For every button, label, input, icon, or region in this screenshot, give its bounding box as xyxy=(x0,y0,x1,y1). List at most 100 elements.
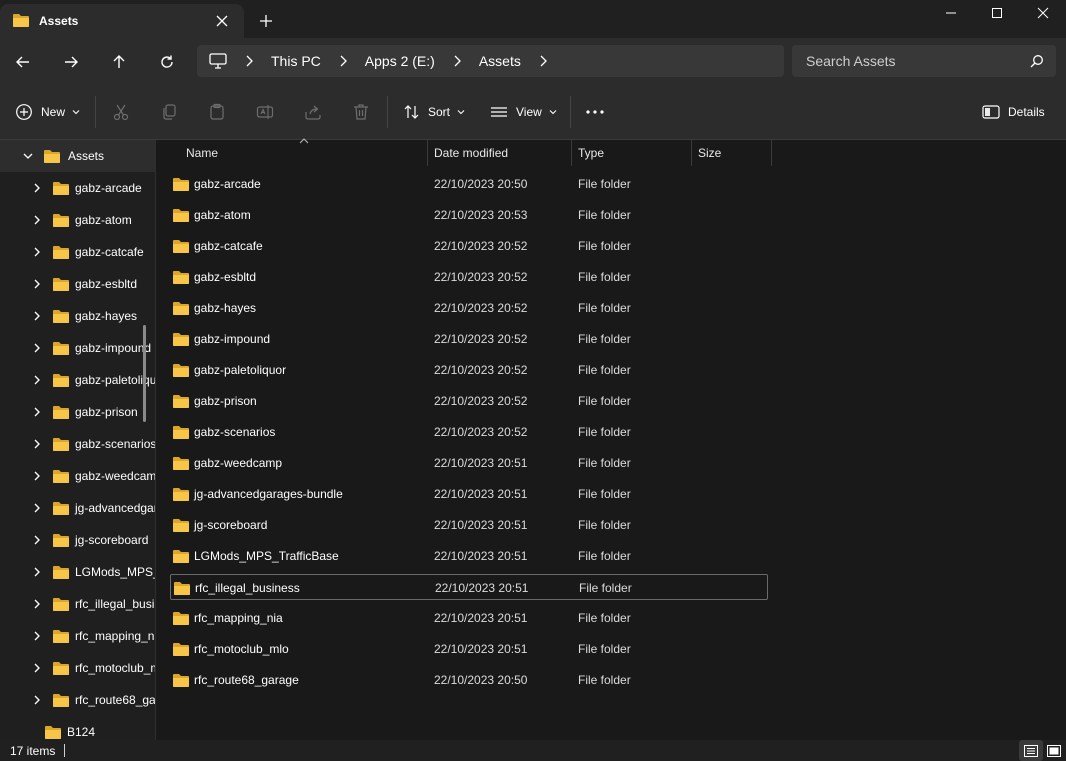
refresh-icon[interactable] xyxy=(155,50,179,74)
column-header-size[interactable]: Size xyxy=(692,140,771,166)
details-button[interactable]: Details xyxy=(982,98,1045,126)
more-options-button[interactable] xyxy=(585,98,605,126)
copy-button[interactable] xyxy=(160,98,178,126)
table-row[interactable]: LGMods_MPS_TrafficBase 22/10/2023 20:51 Fi… xyxy=(170,543,768,569)
chevron-right-icon[interactable] xyxy=(31,406,43,418)
table-row[interactable]: gabz-weedcamp 22/10/2023 20:51 File folder xyxy=(170,450,768,476)
file-type: File folder xyxy=(578,518,631,532)
sidebar-item-folder[interactable]: jg-advancedgarages-bundle xyxy=(0,492,155,524)
sidebar-item-folder[interactable]: gabz-catcafe xyxy=(0,236,155,268)
table-row[interactable]: jg-advancedgarages-bundle 22/10/2023 20:5… xyxy=(170,481,768,507)
paste-button[interactable] xyxy=(208,98,226,126)
sidebar-item-folder[interactable]: jg-scoreboard xyxy=(0,524,155,556)
folder-icon xyxy=(53,661,69,675)
minimize-icon[interactable] xyxy=(928,0,974,26)
sort-button[interactable]: Sort xyxy=(403,98,466,126)
chevron-right-icon[interactable] xyxy=(31,662,43,674)
command-separator xyxy=(387,96,388,128)
chevron-right-icon[interactable] xyxy=(31,374,43,386)
delete-button[interactable] xyxy=(352,98,370,126)
table-row[interactable]: rfc_motoclub_mlo 22/10/2023 20:51 File fol… xyxy=(170,636,768,662)
sidebar-item-label: rfc_illegal_business xyxy=(75,597,155,611)
sidebar-item-folder[interactable]: rfc_motoclub_mlo xyxy=(0,652,155,684)
table-row[interactable]: rfc_route68_garage 22/10/2023 20:50 File f… xyxy=(170,667,768,693)
table-row[interactable]: gabz-scenarios 22/10/2023 20:52 File folde… xyxy=(170,419,768,445)
close-tab-icon[interactable] xyxy=(214,13,230,29)
back-arrow-icon[interactable] xyxy=(11,50,35,74)
table-row[interactable]: gabz-arcade 22/10/2023 20:50 File folder xyxy=(170,171,768,197)
table-row[interactable]: gabz-catcafe 22/10/2023 20:52 File folder xyxy=(170,233,768,259)
breadcrumb-apps-2[interactable]: Apps 2 (E:) xyxy=(365,53,435,69)
sidebar-item-folder[interactable]: gabz-esbltd xyxy=(0,268,155,300)
sidebar-item-b124[interactable]: B124 xyxy=(0,716,155,740)
sidebar-item-folder[interactable]: rfc_mapping_nia xyxy=(0,620,155,652)
chevron-right-icon[interactable] xyxy=(31,502,43,514)
forward-arrow-icon[interactable] xyxy=(59,50,83,74)
table-row[interactable]: gabz-atom 22/10/2023 20:53 File folder xyxy=(170,202,768,228)
sidebar-item-folder[interactable]: gabz-paletoliquor xyxy=(0,364,155,396)
chevron-right-icon[interactable] xyxy=(535,53,551,69)
chevron-right-icon[interactable] xyxy=(31,342,43,354)
clipboard-icon xyxy=(208,103,226,121)
sidebar-item-folder[interactable]: gabz-scenarios xyxy=(0,428,155,460)
view-button[interactable]: View xyxy=(490,98,558,126)
details-view-toggle-icon[interactable] xyxy=(1019,740,1043,761)
close-window-icon[interactable] xyxy=(1020,0,1066,26)
new-tab-icon[interactable] xyxy=(258,13,274,29)
chevron-right-icon[interactable] xyxy=(31,534,43,546)
chevron-right-icon[interactable] xyxy=(31,566,43,578)
sidebar-item-folder[interactable]: gabz-atom xyxy=(0,204,155,236)
table-row[interactable]: gabz-hayes 22/10/2023 20:52 File folder xyxy=(170,295,768,321)
sidebar-item-folder[interactable]: gabz-impound xyxy=(0,332,155,364)
chevron-right-icon[interactable] xyxy=(31,182,43,194)
column-header-name[interactable]: Name xyxy=(180,140,426,166)
table-row[interactable]: rfc_illegal_business 22/10/2023 20:51 File… xyxy=(170,574,768,600)
item-count: 17 items xyxy=(10,744,56,758)
sidebar-item-folder[interactable]: gabz-arcade xyxy=(0,172,155,204)
table-row[interactable]: jg-scoreboard 22/10/2023 20:51 File folder xyxy=(170,512,768,538)
rename-button[interactable] xyxy=(256,98,274,126)
file-date: 22/10/2023 20:51 xyxy=(434,456,528,470)
sidebar-scrollbar[interactable] xyxy=(143,325,146,422)
sidebar-item-folder[interactable]: rfc_route68_garage xyxy=(0,684,155,716)
navigation-pane[interactable]: Assets gabz-arcade gabz-atom gabz-catcafe g… xyxy=(0,140,155,740)
tab-assets[interactable]: Assets xyxy=(0,4,244,38)
breadcrumb-assets[interactable]: Assets xyxy=(479,53,521,69)
sidebar-item-folder[interactable]: gabz-prison xyxy=(0,396,155,428)
address-bar[interactable]: This PC Apps 2 (E:) Assets xyxy=(197,45,784,77)
table-row[interactable]: rfc_mapping_nia 22/10/2023 20:51 File fold… xyxy=(170,605,768,631)
chevron-right-icon[interactable] xyxy=(31,598,43,610)
chevron-right-icon xyxy=(449,53,465,69)
table-row[interactable]: gabz-impound 22/10/2023 20:52 File folder xyxy=(170,326,768,352)
chevron-right-icon[interactable] xyxy=(31,278,43,290)
chevron-right-icon[interactable] xyxy=(31,214,43,226)
sidebar-item-folder[interactable]: gabz-weedcamp xyxy=(0,460,155,492)
breadcrumb-this-pc[interactable]: This PC xyxy=(271,53,321,69)
cut-button[interactable] xyxy=(112,98,130,126)
chevron-right-icon[interactable] xyxy=(31,630,43,642)
file-list-view[interactable]: Name Date modified Type Size gabz-arcade… xyxy=(156,138,1066,740)
sidebar-item-folder[interactable]: rfc_illegal_business xyxy=(0,588,155,620)
table-row[interactable]: gabz-paletoliquor 22/10/2023 20:52 File fo… xyxy=(170,357,768,383)
share-button[interactable] xyxy=(304,98,322,126)
column-header-type[interactable]: Type xyxy=(572,140,691,166)
tiles-view-toggle-icon[interactable] xyxy=(1044,740,1064,761)
table-row[interactable]: gabz-prison 22/10/2023 20:52 File folder xyxy=(170,388,768,414)
chevron-right-icon[interactable] xyxy=(31,694,43,706)
table-row[interactable]: gabz-esbltd 22/10/2023 20:52 File folder xyxy=(170,264,768,290)
sidebar-item-assets[interactable]: Assets xyxy=(0,140,155,172)
chevron-right-icon[interactable] xyxy=(31,470,43,482)
search-icon[interactable] xyxy=(1030,54,1044,71)
chevron-right-icon[interactable] xyxy=(31,246,43,258)
chevron-right-icon[interactable] xyxy=(31,310,43,322)
sidebar-item-folder[interactable]: LGMods_MPS_TrafficBase xyxy=(0,556,155,588)
column-header-date[interactable]: Date modified xyxy=(428,140,571,166)
up-arrow-icon[interactable] xyxy=(107,50,131,74)
maximize-icon[interactable] xyxy=(974,0,1020,26)
new-button[interactable]: New xyxy=(15,98,81,126)
search-input[interactable] xyxy=(792,45,1022,77)
chevron-down-icon[interactable] xyxy=(22,150,34,162)
sidebar-item-folder[interactable]: gabz-hayes xyxy=(0,300,155,332)
chevron-right-icon[interactable] xyxy=(31,438,43,450)
column-separator[interactable] xyxy=(771,140,772,166)
